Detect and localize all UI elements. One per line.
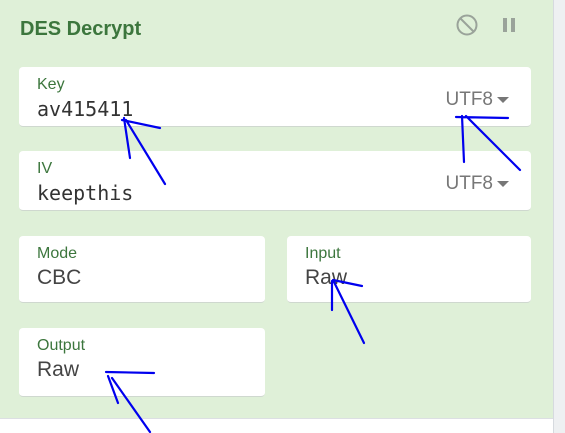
key-input[interactable]: av415411 xyxy=(37,97,133,121)
operation-title: DES Decrypt xyxy=(20,18,142,40)
key-encoding-value: UTF8 xyxy=(445,89,494,110)
mode-select[interactable]: Mode CBC xyxy=(19,236,265,303)
iv-field[interactable]: IV keepthis UTF8 xyxy=(19,151,531,211)
key-field[interactable]: Key av415411 UTF8 xyxy=(19,67,531,127)
pause-icon xyxy=(503,18,515,32)
caret-down-icon xyxy=(497,181,509,187)
scrollbar-track[interactable] xyxy=(553,0,565,433)
key-encoding-dropdown[interactable]: UTF8 xyxy=(445,89,509,111)
output-label: Output xyxy=(37,337,86,354)
breakpoint-pause-button[interactable] xyxy=(496,12,522,38)
iv-label: IV xyxy=(37,160,53,177)
iv-input[interactable]: keepthis xyxy=(37,181,133,205)
output-format-value: Raw xyxy=(37,358,80,381)
disable-operation-button[interactable] xyxy=(454,12,480,38)
key-label: Key xyxy=(37,76,65,93)
bottom-divider xyxy=(0,418,553,433)
mode-value: CBC xyxy=(37,266,82,289)
iv-encoding-dropdown[interactable]: UTF8 xyxy=(445,173,509,195)
input-label: Input xyxy=(305,245,341,262)
disable-icon xyxy=(456,14,478,36)
input-format-value: Raw xyxy=(305,266,348,289)
output-format-select[interactable]: Output Raw xyxy=(19,328,265,397)
mode-label: Mode xyxy=(37,245,78,262)
input-format-select[interactable]: Input Raw xyxy=(287,236,531,303)
des-decrypt-operation: DES Decrypt Key av415411 UTF8 IV keepthi… xyxy=(0,0,553,418)
caret-down-icon xyxy=(497,97,509,103)
iv-encoding-value: UTF8 xyxy=(445,173,494,194)
